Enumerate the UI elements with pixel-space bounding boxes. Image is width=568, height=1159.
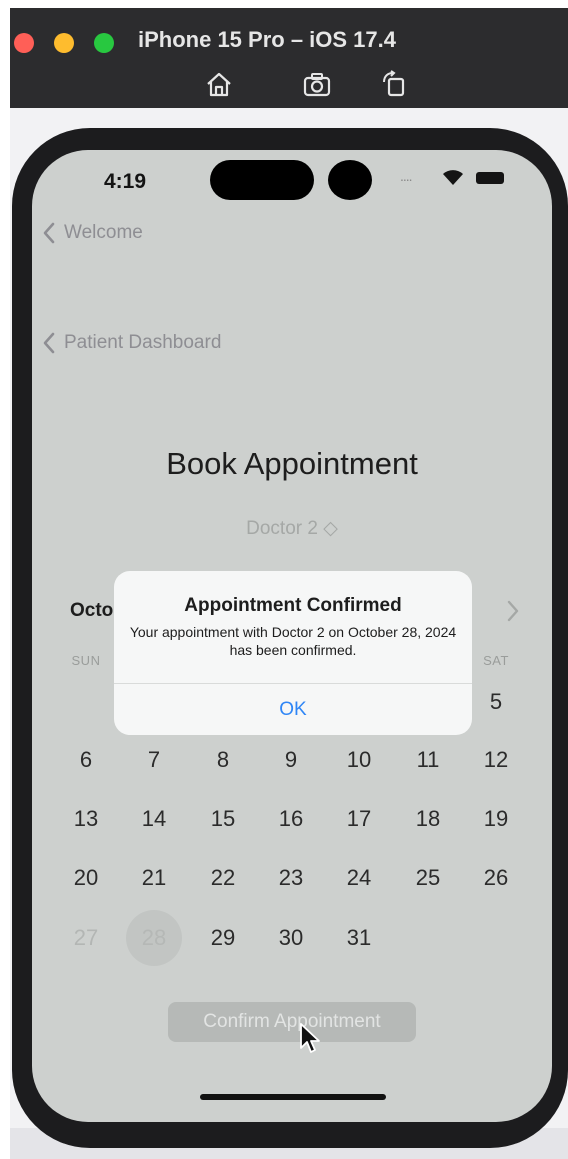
calendar-day[interactable]: 25 — [400, 850, 456, 906]
home-indicator[interactable] — [200, 1094, 386, 1100]
calendar-day[interactable]: 30 — [263, 910, 319, 966]
dynamic-island — [210, 160, 314, 200]
month-label[interactable]: Octo — [70, 600, 113, 622]
calendar-day-past: 27 — [73, 925, 99, 950]
calendar-day[interactable]: 19 — [468, 791, 524, 847]
weekday-sun: SUN — [71, 653, 101, 668]
calendar-day[interactable]: 5 — [468, 674, 524, 730]
calendar-day[interactable]: 22 — [195, 850, 251, 906]
calendar-day[interactable]: 29 — [195, 910, 251, 966]
calendar-day[interactable]: 9 — [263, 732, 319, 788]
doctor-picker[interactable]: Doctor 2 ◇ — [32, 517, 552, 540]
calendar-day[interactable]: 17 — [331, 791, 387, 847]
simulator-title-bar: iPhone 15 Pro – iOS 17.4 — [10, 8, 568, 108]
calendar-day[interactable]: 10 — [331, 732, 387, 788]
calendar-day[interactable]: 6 — [58, 732, 114, 788]
calendar-day-selected[interactable]: 28 — [126, 910, 182, 966]
chevron-left-icon — [43, 332, 55, 354]
wifi-icon — [443, 170, 463, 185]
calendar-day[interactable]: 13 — [58, 791, 114, 847]
calendar-day[interactable]: 14 — [126, 791, 182, 847]
calendar-day[interactable]: 31 — [331, 910, 387, 966]
minimize-window-button[interactable] — [54, 33, 74, 53]
calendar-day[interactable]: 12 — [468, 732, 524, 788]
calendar-day[interactable]: 18 — [400, 791, 456, 847]
next-month-chevron-icon[interactable] — [506, 600, 520, 622]
calendar-day[interactable]: 8 — [195, 732, 251, 788]
home-icon[interactable] — [204, 70, 234, 98]
back-to-welcome-button[interactable]: Welcome — [42, 222, 143, 244]
camera-cutout — [328, 160, 372, 200]
calendar-day[interactable]: 21 — [126, 850, 182, 906]
mouse-cursor-icon — [300, 1023, 320, 1053]
calendar-day[interactable]: 7 — [126, 732, 182, 788]
calendar-day[interactable]: 26 — [468, 850, 524, 906]
signal-indicator: .... — [400, 168, 413, 184]
calendar-day[interactable]: 24 — [331, 850, 387, 906]
calendar-day[interactable]: 23 — [263, 850, 319, 906]
chevron-left-icon — [43, 222, 55, 244]
battery-icon — [476, 172, 504, 184]
weekday-sat: SAT — [483, 653, 509, 668]
maximize-window-button[interactable] — [94, 33, 114, 53]
alert-ok-button[interactable]: OK — [114, 684, 472, 735]
alert-message: Your appointment with Doctor 2 on Octobe… — [129, 624, 457, 658]
calendar-day[interactable]: 11 — [400, 732, 456, 788]
back-welcome-label: Welcome — [64, 222, 143, 243]
confirm-appointment-button[interactable]: Confirm Appointment — [168, 1002, 416, 1042]
phone-screen: 4:19 .... Welcome Patient Dashboard Book… — [32, 150, 552, 1122]
confirmation-alert: Appointment Confirmed Your appointment w… — [114, 571, 472, 735]
back-to-dashboard-button[interactable]: Patient Dashboard — [42, 332, 221, 354]
status-time: 4:19 — [104, 170, 147, 193]
rotate-icon[interactable] — [380, 70, 410, 98]
alert-title: Appointment Confirmed — [184, 595, 402, 616]
simulator-title: iPhone 15 Pro – iOS 17.4 — [138, 27, 396, 52]
calendar-day[interactable]: 15 — [195, 791, 251, 847]
page-title: Book Appointment — [166, 446, 418, 481]
close-window-button[interactable] — [14, 33, 34, 53]
calendar-day[interactable]: 20 — [58, 850, 114, 906]
calendar-day[interactable]: 16 — [263, 791, 319, 847]
screenshot-icon[interactable] — [302, 70, 332, 98]
back-dashboard-label: Patient Dashboard — [64, 332, 222, 353]
